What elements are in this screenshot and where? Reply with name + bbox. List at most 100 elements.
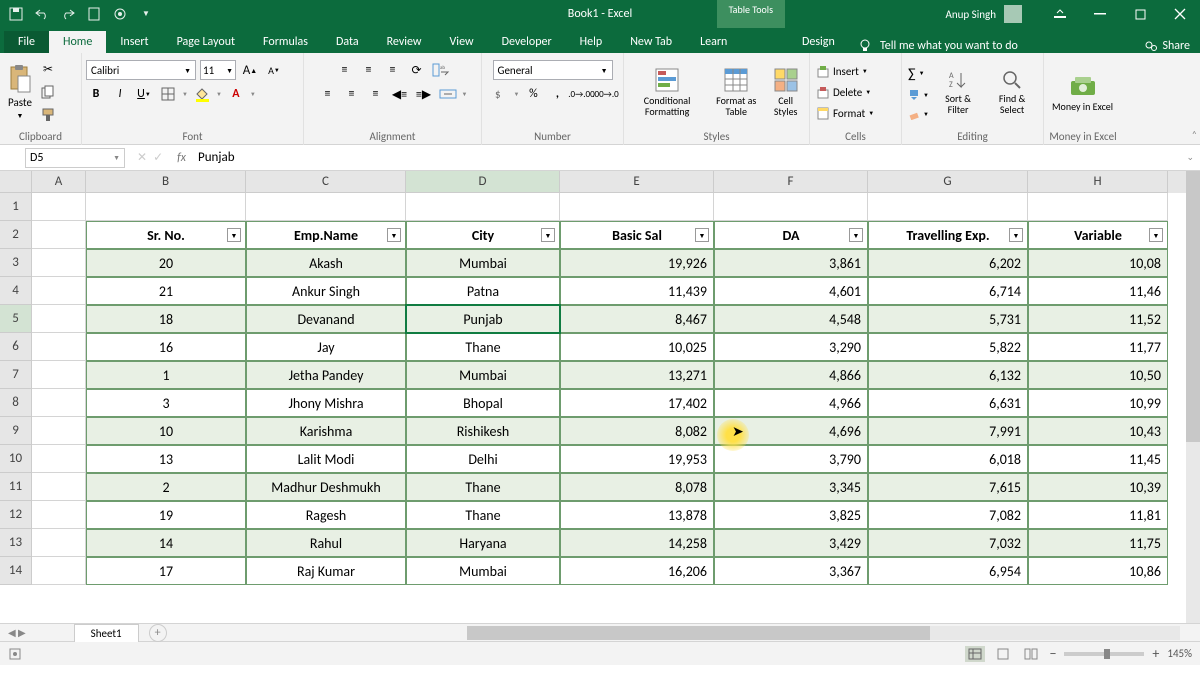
cell-A13[interactable] <box>32 529 86 557</box>
format-as-table-button[interactable]: Format as Table <box>708 65 764 119</box>
filter-button[interactable]: ▼ <box>1009 228 1023 242</box>
row-header-5[interactable]: 5 <box>0 305 32 333</box>
zoom-in-button[interactable]: + <box>1152 645 1159 662</box>
cell-E2[interactable]: Basic Sal▼ <box>560 221 714 249</box>
cell-E3[interactable]: 19,926 <box>560 249 714 277</box>
cell-D10[interactable]: Delhi <box>406 445 560 473</box>
sheet-tab-1[interactable]: Sheet1 <box>74 624 139 642</box>
user-name[interactable]: Anup Singh <box>945 8 996 21</box>
redo-icon[interactable] <box>60 6 76 22</box>
align-middle-icon[interactable]: ≡ <box>359 60 379 80</box>
macro-record-icon[interactable] <box>8 647 22 661</box>
percent-icon[interactable]: % <box>523 84 543 104</box>
align-bottom-icon[interactable]: ≡ <box>383 60 403 80</box>
sheet-nav[interactable]: ◀ ▶ <box>0 626 34 639</box>
font-size-selector[interactable]: 11▼ <box>200 60 236 80</box>
align-top-icon[interactable]: ≡ <box>335 60 355 80</box>
cell-B2[interactable]: Sr. No.▼ <box>86 221 246 249</box>
cell-A8[interactable] <box>32 389 86 417</box>
insert-cells-button[interactable]: Insert▼ <box>814 63 876 79</box>
share-button[interactable]: Share <box>1144 39 1190 53</box>
cell-D9[interactable]: Rishikesh <box>406 417 560 445</box>
cell-A3[interactable] <box>32 249 86 277</box>
money-excel-button[interactable]: Money in Excel <box>1048 71 1117 114</box>
sort-filter-button[interactable]: AZ Sort & Filter <box>933 67 983 117</box>
clear-button[interactable]: ▼ <box>906 107 931 121</box>
cell-A7[interactable] <box>32 361 86 389</box>
save-icon[interactable] <box>8 6 24 22</box>
cell-C2[interactable]: Emp.Name▼ <box>246 221 406 249</box>
cell-E1[interactable] <box>560 193 714 221</box>
qat-dropdown-icon[interactable]: ▼ <box>138 6 154 22</box>
column-header-F[interactable]: F <box>714 171 868 193</box>
cell-F6[interactable]: 3,290 <box>714 333 868 361</box>
cell-H11[interactable]: 10,39 <box>1028 473 1168 501</box>
cell-D6[interactable]: Thane <box>406 333 560 361</box>
cell-C11[interactable]: Madhur Deshmukh <box>246 473 406 501</box>
border-icon[interactable] <box>158 84 178 104</box>
cell-C9[interactable]: Karishma <box>246 417 406 445</box>
increase-decimal-icon[interactable]: .0→.00 <box>571 84 591 104</box>
cell-H3[interactable]: 10,08 <box>1028 249 1168 277</box>
tab-view[interactable]: View <box>436 31 488 53</box>
normal-view-icon[interactable] <box>965 646 985 662</box>
orientation-icon[interactable]: ⟳ <box>407 60 427 80</box>
user-avatar-icon[interactable] <box>1004 5 1022 23</box>
column-header-D[interactable]: D <box>406 171 560 193</box>
filter-button[interactable]: ▼ <box>695 228 709 242</box>
column-header-A[interactable]: A <box>32 171 86 193</box>
zoom-level[interactable]: 145% <box>1167 647 1192 660</box>
cell-G10[interactable]: 6,018 <box>868 445 1028 473</box>
cell-A10[interactable] <box>32 445 86 473</box>
tab-home[interactable]: Home <box>49 31 106 53</box>
column-header-B[interactable]: B <box>86 171 246 193</box>
row-header-12[interactable]: 12 <box>0 501 32 529</box>
cell-A14[interactable] <box>32 557 86 585</box>
cell-G2[interactable]: Travelling Exp.▼ <box>868 221 1028 249</box>
cell-G9[interactable]: 7,991 <box>868 417 1028 445</box>
cell-E4[interactable]: 11,439 <box>560 277 714 305</box>
cell-C7[interactable]: Jetha Pandey <box>246 361 406 389</box>
row-header-9[interactable]: 9 <box>0 417 32 445</box>
filter-button[interactable]: ▼ <box>387 228 401 242</box>
fill-color-icon[interactable] <box>192 84 212 104</box>
fx-icon[interactable]: fx <box>171 151 192 165</box>
cell-B9[interactable]: 10 <box>86 417 246 445</box>
cell-C4[interactable]: Ankur Singh <box>246 277 406 305</box>
cell-E14[interactable]: 16,206 <box>560 557 714 585</box>
row-header-10[interactable]: 10 <box>0 445 32 473</box>
filter-button[interactable]: ▼ <box>227 228 241 242</box>
cell-H1[interactable] <box>1028 193 1168 221</box>
cell-G14[interactable]: 6,954 <box>868 557 1028 585</box>
tab-data[interactable]: Data <box>322 31 373 53</box>
merge-icon[interactable] <box>438 84 458 104</box>
maximize-icon[interactable] <box>1120 0 1160 28</box>
cell-G8[interactable]: 6,631 <box>868 389 1028 417</box>
cell-F1[interactable] <box>714 193 868 221</box>
cell-H7[interactable]: 10,50 <box>1028 361 1168 389</box>
row-header-1[interactable]: 1 <box>0 193 32 221</box>
cell-B12[interactable]: 19 <box>86 501 246 529</box>
cell-D7[interactable]: Mumbai <box>406 361 560 389</box>
cell-H8[interactable]: 10,99 <box>1028 389 1168 417</box>
cell-D2[interactable]: City▼ <box>406 221 560 249</box>
copy-icon[interactable] <box>38 82 58 102</box>
comma-icon[interactable]: , <box>547 84 567 104</box>
cell-B5[interactable]: 18 <box>86 305 246 333</box>
format-painter-icon[interactable] <box>38 105 58 125</box>
cell-C10[interactable]: Lalit Modi <box>246 445 406 473</box>
cell-B10[interactable]: 13 <box>86 445 246 473</box>
column-header-C[interactable]: C <box>246 171 406 193</box>
ribbon-options-icon[interactable] <box>1040 0 1080 28</box>
cell-H12[interactable]: 11,81 <box>1028 501 1168 529</box>
cut-icon[interactable]: ✂ <box>38 59 58 79</box>
cell-C13[interactable]: Rahul <box>246 529 406 557</box>
tell-me-search[interactable]: Tell me what you want to do <box>858 39 1018 53</box>
cell-B11[interactable]: 2 <box>86 473 246 501</box>
formula-bar[interactable]: Punjab <box>192 150 1180 165</box>
decrease-indent-icon[interactable]: ◀≡ <box>390 84 410 104</box>
delete-cells-button[interactable]: Delete▼ <box>814 84 876 100</box>
column-header-E[interactable]: E <box>560 171 714 193</box>
align-left-icon[interactable]: ≡ <box>318 84 338 104</box>
cell-F7[interactable]: 4,866 <box>714 361 868 389</box>
